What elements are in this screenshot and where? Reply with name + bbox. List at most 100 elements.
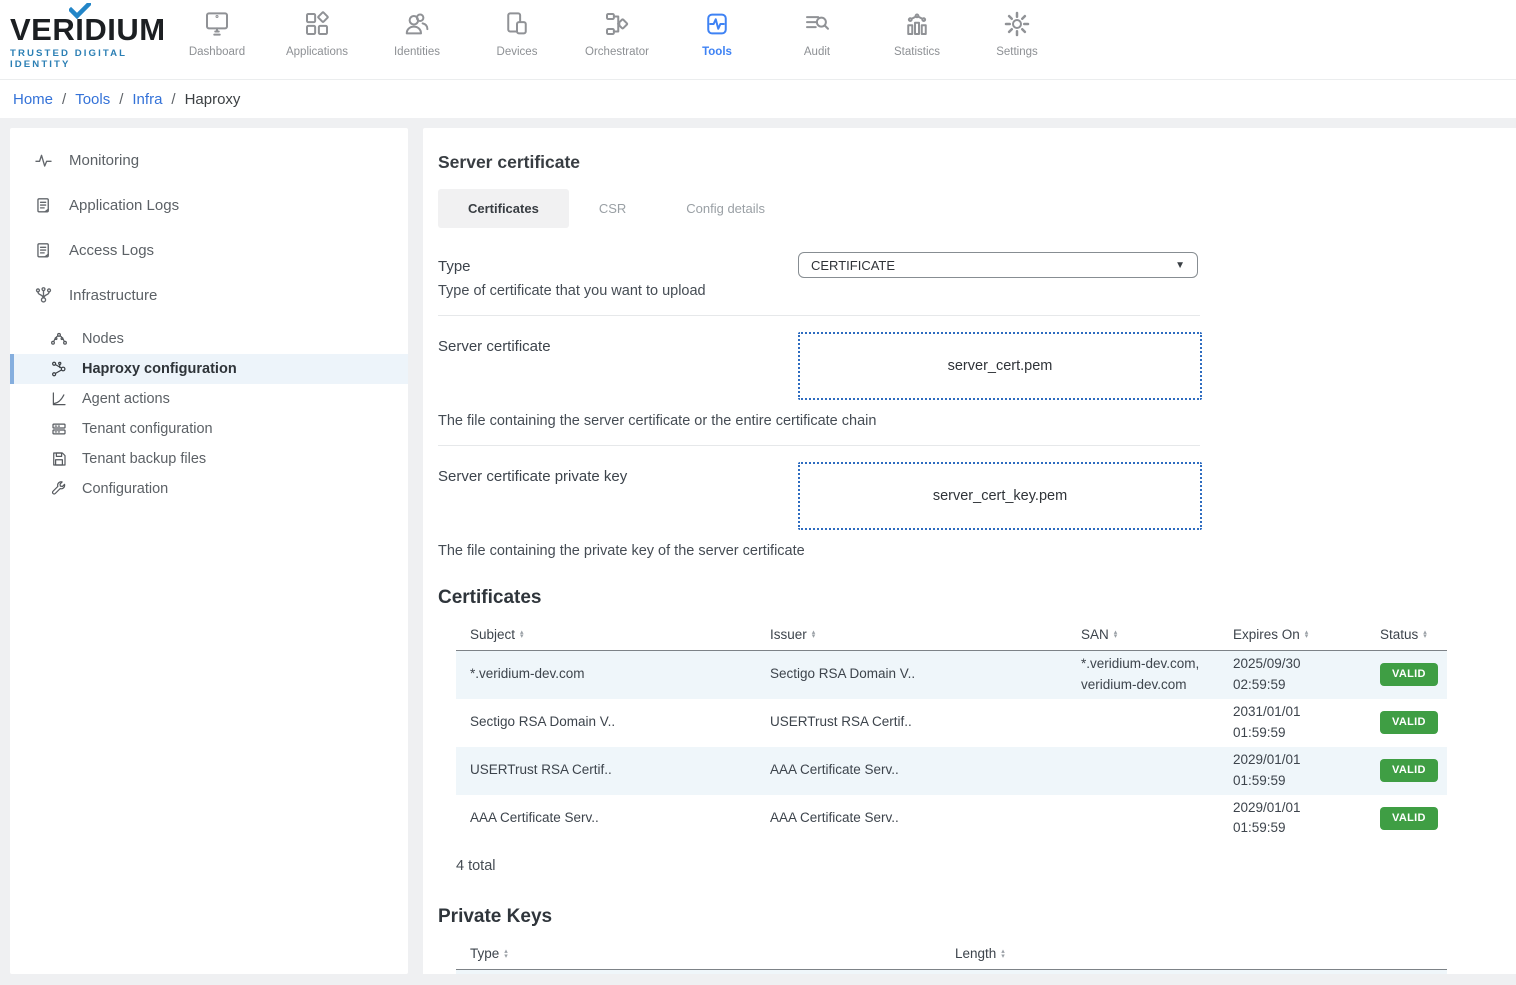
- status-badge: VALID: [1380, 759, 1438, 782]
- sidebar-item-infrastructure[interactable]: Infrastructure: [10, 273, 408, 318]
- type-field-row: Type Type of certificate that you want t…: [438, 252, 1516, 299]
- top-nav: Dashboard Applications Identities Device…: [167, 9, 1067, 58]
- tab-certificates[interactable]: Certificates: [438, 189, 569, 228]
- breadcrumb-separator: /: [119, 91, 123, 108]
- cell-san: *.veridium-dev.com, veridium-dev.com: [1067, 651, 1219, 699]
- status-badge: VALID: [1380, 807, 1438, 830]
- server-certificate-filename: server_cert.pem: [948, 358, 1053, 374]
- main-panel: Server certificate Certificates CSR Conf…: [423, 128, 1516, 974]
- tenant-backup-files-icon: [50, 450, 68, 468]
- cell-key-type: RSA: [456, 970, 941, 974]
- infrastructure-icon: [34, 286, 53, 305]
- cell-issuer: AAA Certificate Serv..: [756, 795, 1067, 843]
- sort-header-issuer[interactable]: Issuer▴▾: [756, 621, 1067, 651]
- infrastructure-subitems: Nodes Haproxy configuration Agent action…: [10, 324, 408, 504]
- veridium-logo: VERIDIUM TRUSTED DIGITAL IDENTITY: [10, 13, 170, 70]
- breadcrumb-separator: /: [171, 91, 175, 108]
- private-key-label: Server certificate private key: [438, 462, 798, 485]
- breadcrumb-infra[interactable]: Infra: [132, 91, 162, 108]
- cell-issuer: AAA Certificate Serv..: [756, 747, 1067, 795]
- nav-item-statistics[interactable]: Statistics: [867, 9, 967, 58]
- sidebar-item-haproxy-configuration[interactable]: Haproxy configuration: [10, 354, 408, 384]
- applications-icon: [302, 9, 332, 39]
- cell-expires: 2031/01/01 01:59:59: [1219, 699, 1366, 747]
- tab-bar: Certificates CSR Config details: [438, 189, 1516, 228]
- private-key-help-text: The file containing the private key of t…: [438, 543, 1516, 559]
- tenant-configuration-icon: [50, 420, 68, 438]
- divider: [438, 445, 1200, 446]
- tab-csr[interactable]: CSR: [569, 189, 656, 228]
- cell-expires: 2025/09/30 02:59:59: [1219, 651, 1366, 699]
- chevron-down-icon: ▼: [1175, 260, 1185, 271]
- divider: [438, 315, 1200, 316]
- private-key-dropzone[interactable]: server_cert_key.pem: [798, 462, 1202, 530]
- sidebar-item-agent-actions[interactable]: Agent actions: [10, 384, 408, 414]
- nav-item-audit[interactable]: Audit: [767, 9, 867, 58]
- private-keys-table: Type▴▾ Length▴▾ RSA: [456, 940, 1447, 974]
- haproxy-graph-icon: [50, 360, 68, 378]
- devices-icon: [502, 9, 532, 39]
- sort-icon: ▴▾: [1001, 950, 1005, 959]
- table-row: USERTrust RSA Certif.. AAA Certificate S…: [456, 747, 1447, 795]
- sort-icon: ▴▾: [812, 631, 816, 640]
- cell-expires: 2029/01/01 01:59:59: [1219, 795, 1366, 843]
- nav-item-orchestrator[interactable]: Orchestrator: [567, 9, 667, 58]
- cell-subject: Sectigo RSA Domain V..: [456, 699, 756, 747]
- sort-header-length[interactable]: Length▴▾: [941, 940, 1447, 970]
- document-icon: [34, 196, 53, 215]
- nav-item-tools[interactable]: Tools: [667, 9, 767, 58]
- breadcrumb-current: Haproxy: [185, 91, 241, 108]
- sidebar-item-monitoring[interactable]: Monitoring: [10, 138, 408, 183]
- cell-subject: *.veridium-dev.com: [456, 651, 756, 699]
- server-certificate-help-text: The file containing the server certifica…: [438, 413, 1516, 429]
- sidebar-item-access-logs[interactable]: Access Logs: [10, 228, 408, 273]
- sidebar-item-tenant-configuration[interactable]: Tenant configuration: [10, 414, 408, 444]
- sidebar-item-tenant-backup-files[interactable]: Tenant backup files: [10, 444, 408, 474]
- identities-icon: [402, 9, 432, 39]
- document-icon: [34, 241, 53, 260]
- nav-item-identities[interactable]: Identities: [367, 9, 467, 58]
- wrench-icon: [50, 480, 68, 498]
- cell-subject: USERTrust RSA Certif..: [456, 747, 756, 795]
- private-key-filename: server_cert_key.pem: [933, 488, 1067, 504]
- nodes-icon: [50, 330, 68, 348]
- sidebar-item-nodes[interactable]: Nodes: [10, 324, 408, 354]
- cell-san: [1067, 795, 1219, 843]
- cell-subject: AAA Certificate Serv..: [456, 795, 756, 843]
- private-key-upload-block: Server certificate private key server_ce…: [438, 462, 1516, 559]
- sort-header-type[interactable]: Type▴▾: [456, 940, 941, 970]
- server-certificate-dropzone[interactable]: server_cert.pem: [798, 332, 1202, 400]
- nav-item-settings[interactable]: Settings: [967, 9, 1067, 58]
- orchestrator-icon: [602, 9, 632, 39]
- private-keys-header-row: Type▴▾ Length▴▾: [456, 940, 1447, 970]
- logo-wordmark: VERIDIUM: [10, 13, 170, 47]
- monitoring-icon: [34, 151, 53, 170]
- sidebar-item-application-logs[interactable]: Application Logs: [10, 183, 408, 228]
- cell-expires: 2029/01/01 01:59:59: [1219, 747, 1366, 795]
- nav-item-applications[interactable]: Applications: [267, 9, 367, 58]
- sort-header-san[interactable]: SAN▴▾: [1067, 621, 1219, 651]
- sort-header-status[interactable]: Status▴▾: [1366, 621, 1447, 651]
- sort-header-expires-on[interactable]: Expires On▴▾: [1219, 621, 1366, 651]
- breadcrumb-tools[interactable]: Tools: [75, 91, 110, 108]
- dashboard-icon: [202, 9, 232, 39]
- certificate-type-select[interactable]: CERTIFICATE ▼: [798, 252, 1198, 278]
- tab-config-details[interactable]: Config details: [656, 189, 795, 228]
- breadcrumb: Home / Tools / Infra / Haproxy: [0, 80, 1516, 118]
- breadcrumb-home[interactable]: Home: [13, 91, 53, 108]
- certificate-type-value: CERTIFICATE: [811, 258, 895, 273]
- sort-icon: ▴▾: [504, 950, 508, 959]
- cell-issuer: Sectigo RSA Domain V..: [756, 651, 1067, 699]
- sidebar-item-configuration[interactable]: Configuration: [10, 474, 408, 504]
- agent-actions-icon: [50, 390, 68, 408]
- cell-key-length: [941, 970, 1447, 974]
- nav-item-dashboard[interactable]: Dashboard: [167, 9, 267, 58]
- nav-item-devices[interactable]: Devices: [467, 9, 567, 58]
- sort-header-subject[interactable]: Subject▴▾: [456, 621, 756, 651]
- server-certificate-upload-block: Server certificate server_cert.pem The f…: [438, 332, 1516, 429]
- settings-icon: [1002, 9, 1032, 39]
- certificates-table: Subject▴▾ Issuer▴▾ SAN▴▾ Expires On▴▾ St…: [456, 621, 1447, 842]
- sort-icon: ▴▾: [1423, 631, 1427, 640]
- table-row: *.veridium-dev.com Sectigo RSA Domain V.…: [456, 651, 1447, 699]
- private-keys-heading: Private Keys: [438, 906, 1516, 928]
